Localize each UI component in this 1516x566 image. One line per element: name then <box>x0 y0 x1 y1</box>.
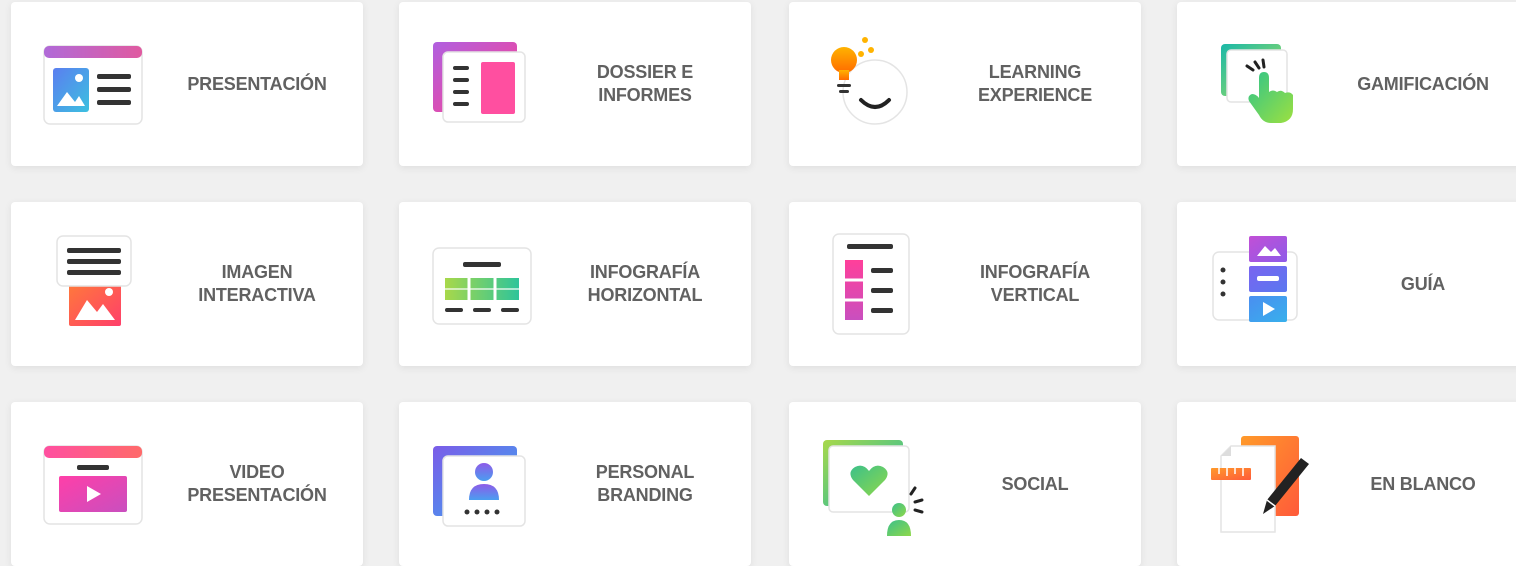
template-card-vertical-infographic[interactable]: INFOGRAFÍA VERTICAL <box>789 202 1141 366</box>
dossier-icon <box>429 32 535 138</box>
horizontal-infographic-icon <box>429 232 535 338</box>
template-label: IMAGEN INTERACTIVA <box>198 262 316 305</box>
template-card-gamification[interactable]: GAMIFICACIÓN <box>1177 2 1516 166</box>
template-label: DOSSIER E INFORMES <box>596 62 694 105</box>
template-card-dossier[interactable]: DOSSIER E INFORMES <box>399 2 751 166</box>
vertical-infographic-icon <box>819 232 925 338</box>
template-card-horizontal-infographic[interactable]: INFOGRAFÍA HORIZONTAL <box>399 202 751 366</box>
learning-experience-icon <box>819 32 925 138</box>
video-presentation-icon <box>41 432 147 538</box>
template-label: LEARNING EXPERIENCE <box>977 62 1093 105</box>
template-card-blank[interactable]: EN BLANCO <box>1177 402 1516 566</box>
template-label: PRESENTACIÓN <box>187 73 327 94</box>
template-label: INFOGRAFÍA VERTICAL <box>980 262 1090 305</box>
template-card-guide[interactable]: GUÍA <box>1177 202 1516 366</box>
template-label: PERSONAL BRANDING <box>595 462 695 505</box>
template-card-social[interactable]: SOCIAL <box>789 402 1141 566</box>
guide-icon <box>1207 232 1313 338</box>
template-label: GUÍA <box>1400 273 1446 294</box>
template-card-presentation[interactable]: PRESENTACIÓN <box>11 2 363 166</box>
gamification-icon <box>1207 32 1313 138</box>
template-card-learning-experience[interactable]: LEARNING EXPERIENCE <box>789 2 1141 166</box>
template-card-video-presentation[interactable]: VIDEO PRESENTACIÓN <box>11 402 363 566</box>
template-label: INFOGRAFÍA HORIZONTAL <box>587 262 703 305</box>
template-label: GAMIFICACIÓN <box>1357 73 1489 94</box>
personal-branding-icon <box>429 432 535 538</box>
presentation-icon <box>41 32 147 138</box>
template-label: SOCIAL <box>1001 473 1069 494</box>
template-label: VIDEO PRESENTACIÓN <box>187 462 327 505</box>
blank-icon <box>1207 432 1313 538</box>
template-card-personal-branding[interactable]: PERSONAL BRANDING <box>399 402 751 566</box>
template-card-interactive-image[interactable]: IMAGEN INTERACTIVA <box>11 202 363 366</box>
template-label: EN BLANCO <box>1370 473 1476 494</box>
social-icon <box>819 432 925 538</box>
interactive-image-icon <box>41 232 147 338</box>
